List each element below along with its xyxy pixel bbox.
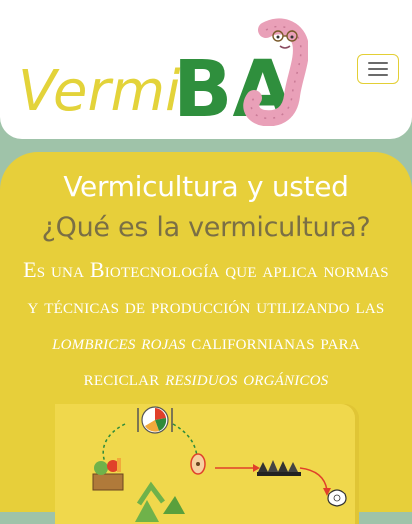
hero-text-part-1: Es una Biotecnología que aplica normas y… xyxy=(23,257,389,318)
navbar: Vermi BA xyxy=(0,0,412,139)
hamburger-icon xyxy=(368,62,388,76)
worms-icon xyxy=(257,460,301,476)
navbar-toggle-button[interactable] xyxy=(357,54,399,84)
hero-section: Vermicultura y usted ¿Qué es la vermicul… xyxy=(0,152,412,524)
fertilizer-bag-icon xyxy=(327,489,347,507)
vermiba-logo[interactable]: Vermi BA xyxy=(18,18,309,135)
vermiculture-cycle-diagram xyxy=(55,404,355,524)
food-plate-icon xyxy=(137,406,173,434)
logo-graphic: Vermi BA xyxy=(18,18,309,135)
recycle-icon xyxy=(135,481,185,522)
logo-text-vermi: Vermi xyxy=(18,59,181,124)
hero-title: Vermicultura y usted xyxy=(63,170,349,203)
hero-emphasis-worms: lombrices rojas xyxy=(52,329,186,354)
hero-subtitle: ¿Qué es la vermicultura? xyxy=(41,212,371,243)
apple-core-icon xyxy=(190,453,206,475)
vegetable-basket-icon xyxy=(92,458,124,491)
